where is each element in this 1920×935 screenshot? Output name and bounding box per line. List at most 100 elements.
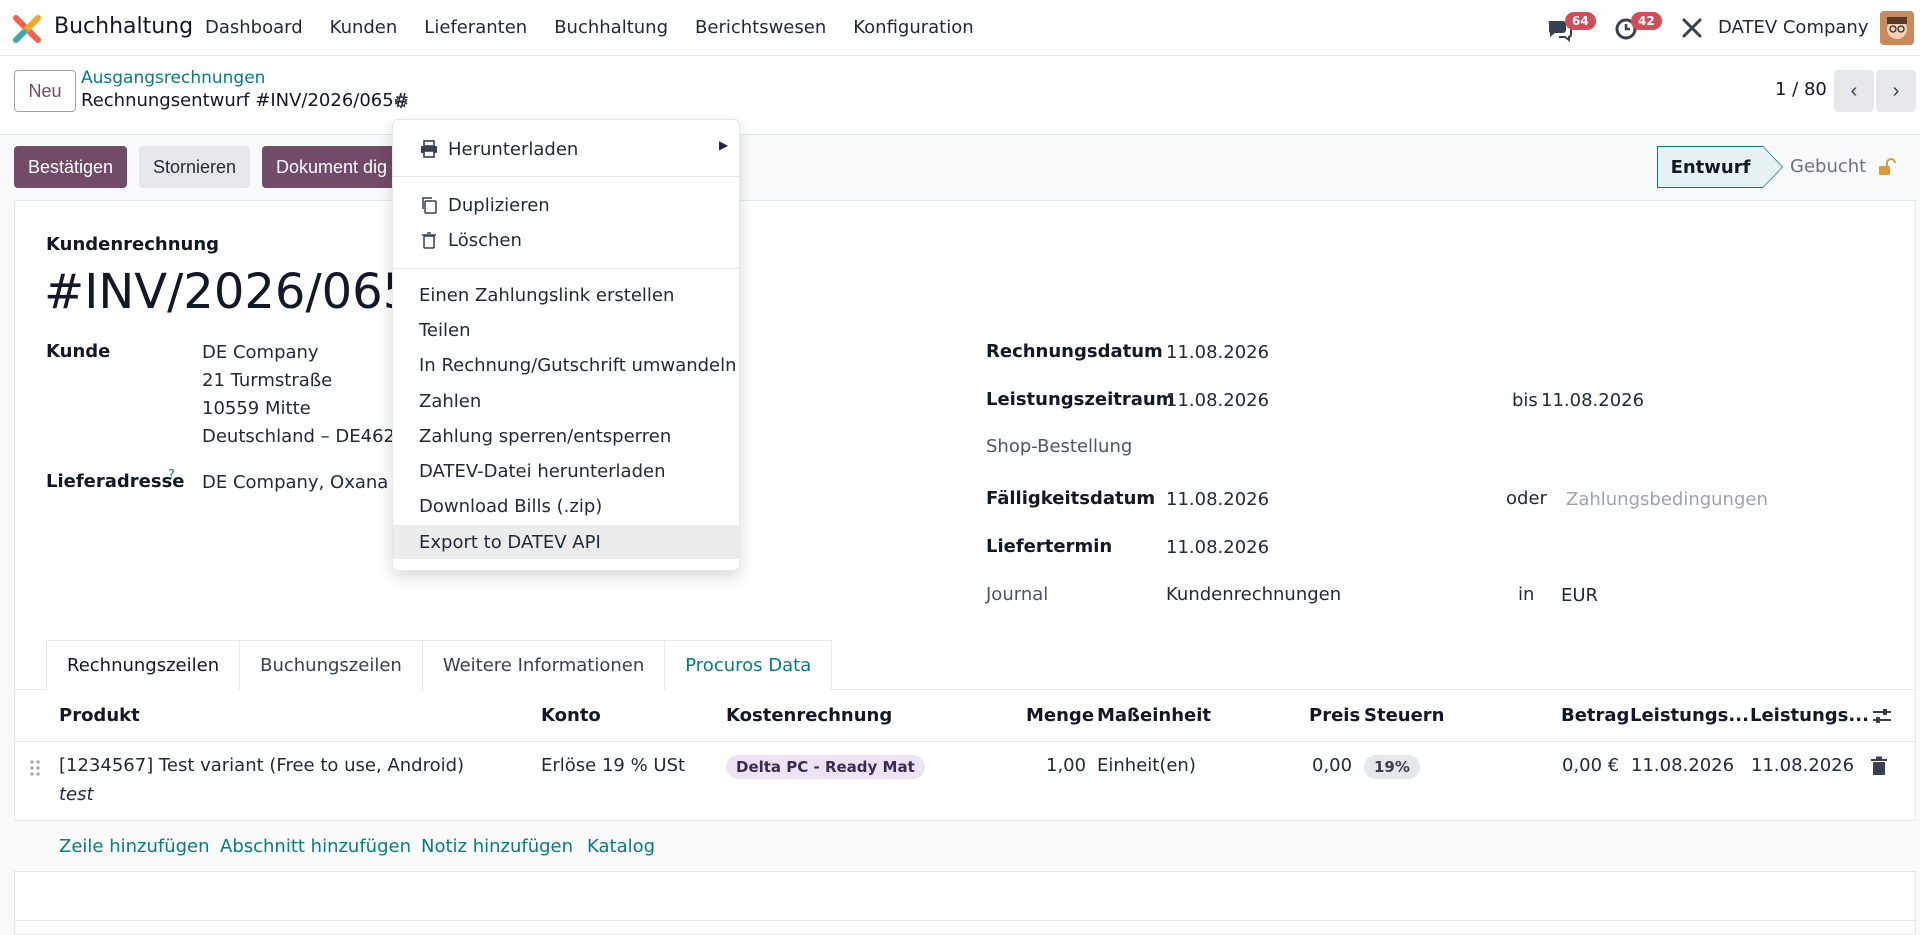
add-note-link[interactable]: Notiz hinzufügen bbox=[421, 836, 573, 857]
customer-label: Kunde bbox=[46, 341, 111, 362]
drag-handle-icon[interactable] bbox=[28, 758, 42, 778]
due-date-label: Fälligkeitsdatum bbox=[986, 488, 1156, 509]
catalog-link[interactable]: Katalog bbox=[587, 836, 655, 857]
tab-invoice-lines[interactable]: Rechnungszeilen bbox=[46, 640, 241, 690]
confirm-button[interactable]: Bestätigen bbox=[14, 146, 128, 188]
footer-divider bbox=[14, 920, 1916, 921]
col-taxes[interactable]: Steuern bbox=[1364, 705, 1445, 726]
dropdown-pay[interactable]: Zahlen bbox=[393, 384, 739, 418]
dropdown-payment-link[interactable]: Einen Zahlungslink erstellen bbox=[393, 278, 739, 312]
company-switcher[interactable]: DATEV Company bbox=[1718, 17, 1869, 38]
new-button[interactable]: Neu bbox=[14, 70, 76, 112]
currency-value[interactable]: EUR bbox=[1561, 585, 1598, 606]
notebook-tabs: Rechnungszeilen Buchungszeilen Weitere I… bbox=[46, 640, 833, 690]
header-divider bbox=[14, 741, 1916, 742]
col-account[interactable]: Konto bbox=[541, 705, 601, 726]
printer-icon bbox=[421, 140, 437, 158]
top-navbar: Buchhaltung Dashboard Kunden Lieferanten… bbox=[0, 0, 1920, 56]
col-quantity[interactable]: Menge bbox=[1026, 705, 1094, 726]
pager-value[interactable]: 1 / 80 bbox=[1775, 79, 1827, 100]
trash-icon bbox=[422, 232, 436, 249]
tools-icon[interactable] bbox=[1678, 14, 1706, 42]
add-section-link[interactable]: Abschnitt hinzufügen bbox=[220, 836, 411, 857]
dropdown-separator bbox=[393, 268, 739, 269]
breadcrumb-current: Rechnungsentwurf #INV/2026/065# bbox=[81, 90, 409, 111]
document-type: Kundenrechnung bbox=[46, 234, 220, 255]
col-amount[interactable]: Betrag bbox=[1561, 705, 1629, 726]
menu-berichtswesen[interactable]: Berichtswesen bbox=[695, 17, 826, 38]
main-menu: Dashboard Kunden Lieferanten Buchhaltung… bbox=[205, 17, 974, 38]
tab-journal-items[interactable]: Buchungszeilen bbox=[239, 640, 423, 690]
journal-label: Journal bbox=[986, 584, 1049, 605]
col-uom[interactable]: Maßeinheit bbox=[1097, 705, 1211, 726]
col-price[interactable]: Preis bbox=[1309, 705, 1360, 726]
delivery-address-value[interactable]: DE Company, Oxana bbox=[202, 472, 388, 493]
col-service-end[interactable]: Leistungs... bbox=[1750, 705, 1869, 726]
accounting-app-icon[interactable] bbox=[12, 14, 42, 44]
menu-dashboard[interactable]: Dashboard bbox=[205, 17, 303, 38]
customer-name[interactable]: DE Company bbox=[202, 342, 319, 363]
journal-value[interactable]: Kundenrechnungen bbox=[1166, 584, 1341, 605]
dropdown-duplicate[interactable]: Duplizieren bbox=[393, 188, 739, 222]
tab-procuros-data[interactable]: Procuros Data bbox=[664, 640, 833, 690]
dropdown-download-bills[interactable]: Download Bills (.zip) bbox=[393, 489, 739, 523]
status-posted[interactable]: Gebucht bbox=[1790, 156, 1866, 177]
dropdown-lock-payment[interactable]: Zahlung sperren/entsperren bbox=[393, 419, 739, 453]
digitize-document-button[interactable]: Dokument dig bbox=[262, 146, 402, 188]
cancel-button[interactable]: Stornieren bbox=[139, 146, 251, 188]
pager-next-button[interactable]: › bbox=[1876, 70, 1916, 112]
delivery-date-value[interactable]: 11.08.2026 bbox=[1166, 537, 1269, 558]
dropdown-convert[interactable]: In Rechnung/Gutschrift umwandeln bbox=[393, 348, 739, 382]
add-line-link[interactable]: Zeile hinzufügen bbox=[59, 836, 210, 857]
dropdown-delete[interactable]: Löschen bbox=[393, 223, 739, 257]
pager-previous-button[interactable]: ‹ bbox=[1834, 70, 1874, 112]
line-service-start[interactable]: 11.08.2026 bbox=[1631, 755, 1734, 776]
invoice-date-value[interactable]: 11.08.2026 bbox=[1166, 342, 1269, 363]
help-tooltip-icon[interactable]: ? bbox=[168, 468, 175, 483]
delivery-date-label: Liefertermin bbox=[986, 536, 1113, 557]
invoice-date-label: Rechnungsdatum bbox=[986, 341, 1163, 362]
line-account[interactable]: Erlöse 19 % USt bbox=[541, 755, 685, 776]
menu-lieferanten[interactable]: Lieferanten bbox=[424, 17, 527, 38]
col-service-start[interactable]: Leistungs... bbox=[1630, 705, 1749, 726]
col-analytic[interactable]: Kostenrechnung bbox=[726, 705, 892, 726]
line-uom[interactable]: Einheit(en) bbox=[1097, 755, 1196, 776]
line-note: test bbox=[59, 784, 94, 805]
line-quantity[interactable]: 1,00 bbox=[1046, 755, 1086, 776]
trash-icon[interactable] bbox=[1870, 756, 1888, 776]
column-settings-icon[interactable] bbox=[1871, 706, 1893, 726]
customer-street: 21 Turmstraße bbox=[202, 370, 333, 391]
line-price[interactable]: 0,00 bbox=[1312, 755, 1352, 776]
tax-tag[interactable]: 19% bbox=[1364, 755, 1420, 779]
service-period-label: Leistungszeitraum bbox=[986, 389, 1175, 410]
unlock-icon bbox=[1879, 158, 1896, 175]
dropdown-separator bbox=[393, 176, 739, 177]
customer-country: Deutschland – DE4626 bbox=[202, 426, 392, 447]
dropdown-datev-download[interactable]: DATEV-Datei herunterladen bbox=[393, 454, 739, 488]
status-draft[interactable]: Entwurf bbox=[1657, 146, 1763, 188]
breadcrumb-parent[interactable]: Ausgangsrechnungen bbox=[81, 68, 265, 88]
dropdown-download[interactable]: Herunterladen bbox=[393, 132, 739, 166]
user-avatar[interactable] bbox=[1880, 11, 1914, 45]
activities-badge: 42 bbox=[1631, 12, 1662, 30]
payment-terms-input[interactable]: Zahlungsbedingungen bbox=[1566, 489, 1768, 510]
line-service-end[interactable]: 11.08.2026 bbox=[1751, 755, 1854, 776]
due-date-value[interactable]: 11.08.2026 bbox=[1166, 489, 1269, 510]
service-period-from[interactable]: 11.08.2026 bbox=[1166, 390, 1269, 411]
due-or-label: oder bbox=[1506, 488, 1547, 509]
dropdown-share[interactable]: Teilen bbox=[393, 313, 739, 347]
menu-kunden[interactable]: Kunden bbox=[330, 17, 398, 38]
menu-konfiguration[interactable]: Konfiguration bbox=[853, 17, 973, 38]
col-product[interactable]: Produkt bbox=[59, 705, 140, 726]
dropdown-export-datev-api[interactable]: Export to DATEV API bbox=[393, 525, 739, 559]
service-period-to[interactable]: 11.08.2026 bbox=[1541, 390, 1644, 411]
tab-other-info[interactable]: Weitere Informationen bbox=[421, 640, 666, 690]
customer-city: 10559 Mitte bbox=[202, 398, 311, 419]
delivery-address-label: Lieferadresse bbox=[46, 471, 185, 492]
line-product[interactable]: [1234567] Test variant (Free to use, And… bbox=[59, 755, 464, 776]
add-row-divider bbox=[14, 871, 1916, 872]
menu-buchhaltung[interactable]: Buchhaltung bbox=[554, 17, 668, 38]
gear-icon[interactable]: ⚙ bbox=[393, 92, 409, 113]
app-name[interactable]: Buchhaltung bbox=[54, 14, 193, 39]
analytic-tag[interactable]: Delta PC - Ready Mat bbox=[726, 755, 925, 779]
